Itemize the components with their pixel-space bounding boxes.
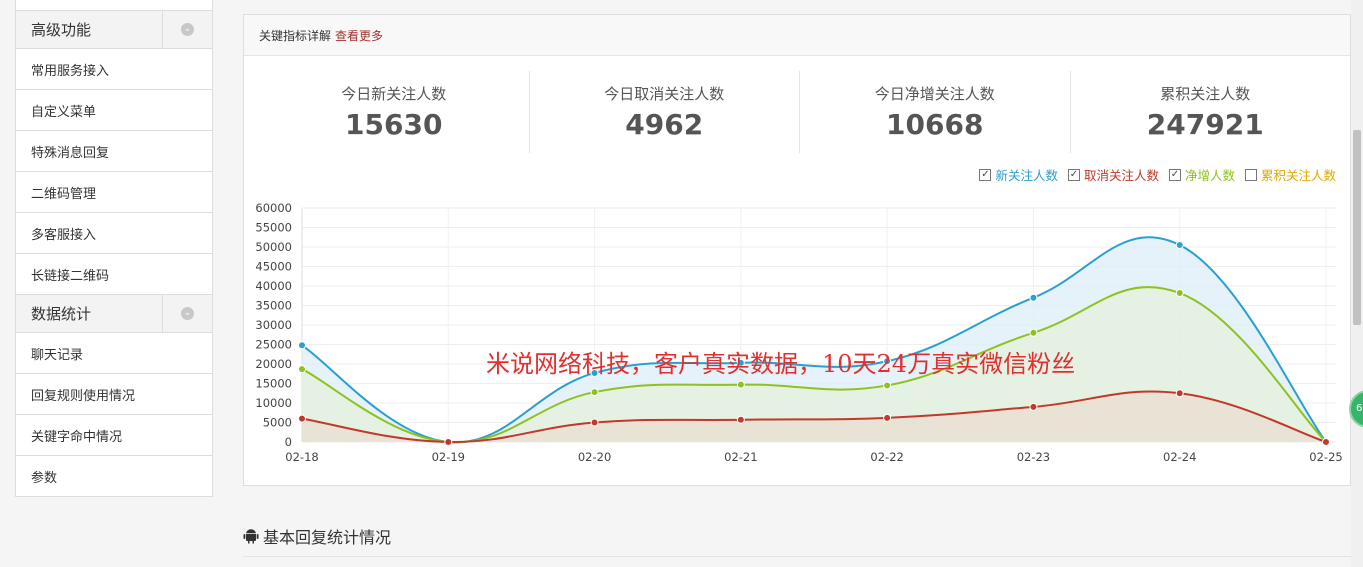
sidebar-item-params[interactable]: 参数: [15, 456, 213, 497]
chart-legend: ✓ 新关注人数 ✓ 取消关注人数 ✓ 净增人数 累积关注人数: [979, 165, 1336, 184]
data-point: [298, 341, 306, 350]
collapse-toggle[interactable]: ⌄: [162, 11, 212, 48]
y-tick-label: 25000: [255, 338, 292, 352]
legend-label: 新关注人数: [995, 168, 1058, 183]
sidebar-item-keyword-hits[interactable]: 关键字命中情况: [15, 415, 213, 456]
legend-label: 净增人数: [1184, 168, 1235, 183]
data-point: [298, 414, 306, 423]
checkbox[interactable]: [1244, 168, 1257, 181]
checkbox[interactable]: ✓: [979, 168, 992, 181]
stat-new-followers: 今日新关注人数 15630: [259, 71, 530, 153]
legend-label: 取消关注人数: [1083, 168, 1159, 183]
sidebar-item-reply-rules[interactable]: 回复规则使用情况: [15, 374, 213, 415]
y-tick-label: 60000: [255, 201, 292, 215]
stat-value: 247921: [1146, 108, 1264, 141]
data-point: [883, 413, 892, 422]
section-heading-text: 基本回复统计情况: [263, 528, 392, 547]
android-icon: [243, 529, 259, 544]
collapse-toggle[interactable]: ⌄: [162, 295, 212, 332]
x-tick-label: 02-18: [285, 450, 318, 464]
sidebar-item-long-link-qrcode[interactable]: 长链接二维码: [15, 254, 213, 295]
y-tick-label: 30000: [255, 318, 292, 332]
data-point: [1175, 389, 1184, 398]
data-point: [1029, 328, 1038, 337]
y-tick-label: 50000: [255, 240, 292, 254]
sidebar-item-qrcode[interactable]: 二维码管理: [15, 172, 213, 213]
stat-label: 今日取消关注人数: [604, 85, 725, 103]
stat-value: 15630: [345, 108, 443, 141]
sidebar-item-custom-menu[interactable]: 自定义菜单: [15, 90, 213, 131]
chevron-down-icon: ⌄: [181, 307, 194, 320]
watermark-text: 米说网络科技，客户真实数据，10天24万真实微信粉丝: [486, 350, 1075, 378]
stat-label: 累积关注人数: [1160, 85, 1251, 103]
y-tick-label: 40000: [255, 279, 292, 293]
data-point: [1029, 402, 1038, 411]
legend-item[interactable]: ✓ 取消关注人数: [1067, 165, 1159, 184]
checkbox[interactable]: ✓: [1067, 168, 1080, 181]
y-tick-label: 5000: [263, 416, 292, 430]
x-tick-label: 02-25: [1309, 450, 1342, 464]
scrollbar-thumb[interactable]: [1353, 130, 1361, 325]
data-point: [590, 388, 599, 397]
x-tick-label: 02-20: [578, 450, 611, 464]
data-point: [736, 415, 745, 424]
y-tick-label: 0: [285, 435, 292, 449]
y-tick-label: 55000: [255, 221, 292, 235]
data-point: [444, 438, 453, 446]
data-point: [736, 380, 745, 389]
stat-value: 4962: [625, 108, 704, 141]
stat-value: 10668: [886, 108, 984, 141]
sidebar-group-statistics[interactable]: 数据统计 ⌄: [15, 295, 213, 333]
sidebar-group-label: 数据统计: [31, 305, 92, 323]
sidebar-item-common-services[interactable]: 常用服务接入: [15, 49, 213, 90]
x-tick-label: 02-22: [870, 450, 903, 464]
data-point: [883, 381, 892, 390]
sidebar-item-multi-service[interactable]: 多客服接入: [15, 213, 213, 254]
data-point: [1175, 289, 1184, 298]
x-tick-label: 02-19: [432, 450, 465, 464]
view-more-link[interactable]: 查看更多: [335, 27, 383, 44]
panel-header: 关键指标详解 查看更多: [244, 15, 1350, 56]
legend-item[interactable]: ✓ 新关注人数: [979, 165, 1058, 184]
x-tick-label: 02-21: [724, 450, 757, 464]
stat-total-followers: 累积关注人数 247921: [1071, 71, 1341, 153]
data-point: [298, 365, 306, 374]
data-point: [590, 418, 599, 427]
legend-label: 累积关注人数: [1260, 168, 1336, 183]
legend-item[interactable]: ✓ 净增人数: [1168, 165, 1235, 184]
stat-unfollows: 今日取消关注人数 4962: [530, 71, 800, 153]
divider: [243, 556, 1351, 557]
x-tick-label: 02-24: [1163, 450, 1196, 464]
sidebar: 高级功能 ⌄ 常用服务接入 自定义菜单 特殊消息回复 二维码管理 多客服接入 长…: [15, 0, 213, 497]
y-tick-label: 20000: [255, 357, 292, 371]
sidebar-item-special-reply[interactable]: 特殊消息回复: [15, 131, 213, 172]
stat-label: 今日净增关注人数: [874, 85, 995, 103]
data-point: [1322, 438, 1330, 446]
data-point: [1029, 293, 1038, 302]
stat-label: 今日新关注人数: [341, 85, 447, 103]
stat-net-growth: 今日净增关注人数 10668: [800, 71, 1071, 153]
sidebar-group-label: 高级功能: [31, 21, 92, 39]
sidebar-group-advanced[interactable]: 高级功能 ⌄: [15, 11, 213, 49]
key-metrics-panel: 关键指标详解 查看更多 今日新关注人数 15630 今日取消关注人数 4962 …: [243, 14, 1351, 486]
legend-item[interactable]: 累积关注人数: [1244, 165, 1336, 184]
y-tick-label: 15000: [255, 377, 292, 391]
y-tick-label: 10000: [255, 396, 292, 410]
sidebar-item-chat-history[interactable]: 聊天记录: [15, 333, 213, 374]
section-heading: 基本回复统计情况: [243, 524, 391, 548]
chevron-down-icon: ⌄: [181, 23, 194, 36]
panel-title: 关键指标详解: [259, 28, 332, 43]
stats-row: 今日新关注人数 15630 今日取消关注人数 4962 今日净增关注人数 106…: [259, 71, 1340, 153]
followers-trend-chart: 6000055000500004500040000350003000025000…: [255, 201, 1342, 464]
checkbox[interactable]: ✓: [1168, 168, 1181, 181]
data-point: [1175, 241, 1184, 250]
x-tick-label: 02-23: [1017, 450, 1050, 464]
y-tick-label: 35000: [255, 299, 292, 313]
y-tick-label: 45000: [255, 260, 292, 274]
sidebar-top-edge: [15, 0, 213, 11]
page-scrollbar[interactable]: [1351, 0, 1363, 567]
